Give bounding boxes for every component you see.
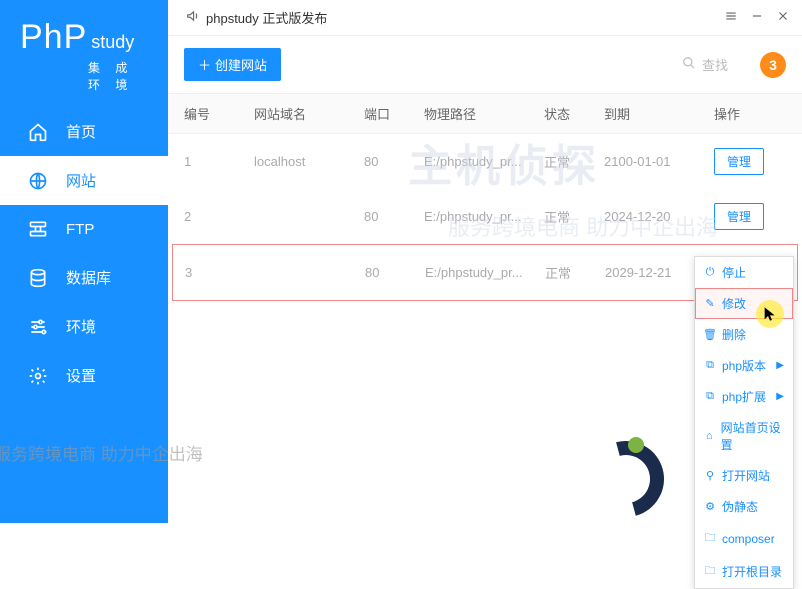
chevron-right-icon: ▶ bbox=[776, 391, 784, 402]
sliders-icon bbox=[28, 317, 48, 337]
col-domain: 网站域名 bbox=[254, 104, 364, 123]
nav-settings[interactable]: 设置 bbox=[0, 351, 168, 400]
announce-icon bbox=[186, 9, 200, 26]
home-icon bbox=[28, 122, 48, 142]
search-box[interactable]: 查找 bbox=[674, 51, 736, 78]
chevron-right-icon: ▶ bbox=[776, 360, 784, 371]
nav-label: 设置 bbox=[66, 365, 96, 386]
main: 主机侦探 服务跨境电商 助力中企出海 phpstudy 正式版发布 ＋创建网站 … bbox=[168, 0, 802, 523]
nav-home[interactable]: 首页 bbox=[0, 107, 168, 156]
logo-sub: study bbox=[91, 32, 134, 52]
col-port: 端口 bbox=[364, 104, 424, 123]
announce-text: phpstudy 正式版发布 bbox=[206, 8, 327, 27]
watermark: 服务跨境电商 助力中企出海 bbox=[448, 210, 718, 242]
power-icon: ⏻ bbox=[704, 266, 716, 279]
stack-icon: ⧉ bbox=[704, 359, 716, 372]
cm-phpver[interactable]: ⧉php版本▶ bbox=[695, 350, 793, 381]
close-icon[interactable] bbox=[776, 9, 790, 26]
cm-rewrite[interactable]: ⚙伪静态 bbox=[695, 491, 793, 522]
nav-site[interactable]: 网站 bbox=[0, 156, 168, 205]
manage-button[interactable]: 管理 bbox=[714, 203, 764, 230]
database-icon bbox=[28, 268, 48, 288]
home-icon: ⌂ bbox=[704, 430, 715, 442]
col-action: 操作 bbox=[714, 104, 784, 123]
cm-composer[interactable]: 🗀composer bbox=[695, 522, 793, 555]
col-id: 编号 bbox=[184, 104, 254, 123]
table-header: 编号 网站域名 端口 物理路径 状态 到期 操作 bbox=[168, 93, 802, 134]
globe-icon bbox=[28, 171, 48, 191]
col-expire: 到期 bbox=[604, 104, 714, 123]
gear-icon bbox=[28, 366, 48, 386]
create-site-button[interactable]: ＋创建网站 bbox=[184, 48, 281, 81]
manage-button[interactable]: 管理 bbox=[714, 148, 764, 175]
nav-ftp[interactable]: FTP bbox=[0, 205, 168, 253]
watermark: 服务跨境电商 助力中企出海 bbox=[0, 440, 203, 465]
cm-homepage[interactable]: ⌂网站首页设置 bbox=[695, 412, 793, 460]
nav-label: 数据库 bbox=[66, 267, 111, 288]
toolbar: ＋创建网站 查找 3 bbox=[168, 36, 802, 93]
gear-icon: ⚙ bbox=[704, 500, 716, 513]
cm-stop[interactable]: ⏻停止 bbox=[695, 257, 793, 288]
ftp-icon bbox=[28, 219, 48, 239]
watermark: 主机侦探 bbox=[408, 130, 600, 194]
folder-icon: 🗀 bbox=[704, 529, 716, 548]
col-status: 状态 bbox=[544, 104, 604, 123]
pencil-icon: ✎ bbox=[704, 297, 716, 310]
search-icon bbox=[682, 56, 696, 73]
logo-tagline: 集 成 环 境 bbox=[88, 59, 148, 93]
plus-icon: ＋ bbox=[198, 55, 211, 74]
cm-open-root[interactable]: 🗀打开根目录 bbox=[695, 555, 793, 588]
trash-icon: 🗑 bbox=[704, 328, 716, 341]
cm-phpext[interactable]: ⧉php扩展▶ bbox=[695, 381, 793, 412]
minimize-icon[interactable] bbox=[750, 9, 764, 26]
stack-icon: ⧉ bbox=[704, 390, 716, 403]
step-badge: 3 bbox=[760, 52, 786, 78]
logo-main: PhP bbox=[20, 18, 87, 56]
menu-icon[interactable] bbox=[724, 9, 738, 26]
cursor-highlight bbox=[756, 300, 784, 328]
logo: PhPstudy 集 成 环 境 bbox=[0, 0, 168, 107]
search-placeholder: 查找 bbox=[702, 55, 728, 74]
open-icon: ⚲ bbox=[704, 469, 716, 482]
nav-label: 首页 bbox=[66, 121, 96, 142]
titlebar: phpstudy 正式版发布 bbox=[168, 0, 802, 36]
cm-open-site[interactable]: ⚲打开网站 bbox=[695, 460, 793, 491]
nav-label: 网站 bbox=[66, 170, 96, 191]
nav-env[interactable]: 环境 bbox=[0, 302, 168, 351]
folder-icon: 🗀 bbox=[704, 562, 716, 581]
nav-label: FTP bbox=[66, 221, 94, 238]
footer-swoosh-icon bbox=[582, 435, 652, 505]
col-path: 物理路径 bbox=[424, 104, 544, 123]
nav-label: 环境 bbox=[66, 316, 96, 337]
nav-db[interactable]: 数据库 bbox=[0, 253, 168, 302]
